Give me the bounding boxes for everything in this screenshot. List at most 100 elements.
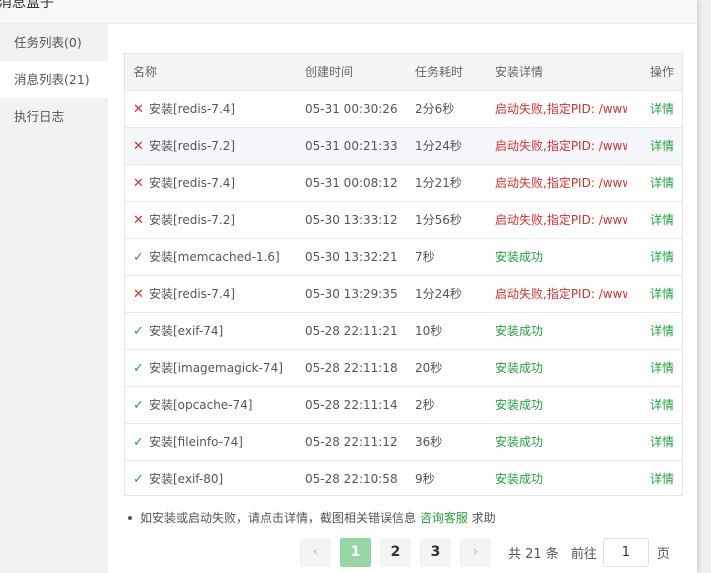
cell-created-time: 05-28 22:11:18 xyxy=(297,349,407,387)
check-icon: ✓ xyxy=(133,324,144,339)
cell-name: ✓ 安装[imagemagick-74] xyxy=(125,349,297,387)
install-detail: 安装成功 xyxy=(495,250,544,264)
prev-page-button[interactable]: ‹ xyxy=(300,537,331,567)
table-header-row: 名称 创建时间 任务耗时 安装详情 操作 xyxy=(125,54,682,91)
install-detail: 安装成功 xyxy=(495,435,544,449)
table-row: ✕ 安装[redis-7.4] 05-31 00:08:12 1分21秒 启动失败,指定… xyxy=(125,164,682,202)
bullet-icon xyxy=(128,515,132,520)
cell-created-time: 05-30 13:32:21 xyxy=(297,238,407,276)
cell-detail: 安装成功 xyxy=(487,238,642,276)
check-icon: ✓ xyxy=(133,472,144,487)
cell-name: ✕ 安装[redis-7.4] xyxy=(125,164,297,202)
cell-name: ✓ 安装[exif-80] xyxy=(125,460,297,495)
cell-detail: 启动失败,指定PID: /www xyxy=(487,90,642,128)
cell-duration: 1分24秒 xyxy=(407,127,487,165)
cell-operation: 详情 xyxy=(642,127,682,165)
detail-link[interactable]: 详情 xyxy=(650,176,674,190)
detail-link[interactable]: 详情 xyxy=(650,139,674,153)
help-note: 如安装或启动失败，请点击详情，截图相关错误信息 咨询客服 求助 xyxy=(128,509,496,526)
cell-operation: 详情 xyxy=(642,164,682,202)
detail-link[interactable]: 详情 xyxy=(650,324,674,338)
page-background xyxy=(697,0,711,573)
cell-operation: 详情 xyxy=(642,238,682,276)
close-icon: ✕ xyxy=(133,287,144,302)
next-page-button[interactable]: › xyxy=(460,537,491,567)
dialog-header: 消息盒子 xyxy=(0,0,697,24)
sidebar-item-task-list[interactable]: 任务列表(0) xyxy=(0,24,108,61)
table-row: ✓ 安装[memcached-1.6] 05-30 13:32:21 7秒 安装成功 详情 xyxy=(125,238,682,276)
install-detail: 安装成功 xyxy=(495,398,544,412)
cell-created-time: 05-31 00:08:12 xyxy=(297,164,407,202)
table-row: ✓ 安装[exif-74] 05-28 22:11:21 10秒 安装成功 详情 xyxy=(125,312,682,350)
cell-duration: 20秒 xyxy=(407,349,487,387)
cell-duration: 9秒 xyxy=(407,460,487,495)
chevron-left-icon: ‹ xyxy=(312,544,319,560)
detail-link[interactable]: 详情 xyxy=(650,287,674,301)
detail-link[interactable]: 详情 xyxy=(650,435,674,449)
cell-detail: 启动失败,指定PID: /www xyxy=(487,164,642,202)
cell-name: ✕ 安装[redis-7.4] xyxy=(125,90,297,128)
cell-name: ✓ 安装[fileinfo-74] xyxy=(125,423,297,461)
sidebar-item-message-list[interactable]: 消息列表(21) xyxy=(0,61,108,98)
cell-detail: 安装成功 xyxy=(487,349,642,387)
close-icon: ✕ xyxy=(133,176,144,191)
cell-duration: 1分24秒 xyxy=(407,275,487,313)
detail-link[interactable]: 详情 xyxy=(650,472,674,486)
table-row: ✓ 安装[fileinfo-74] 05-28 22:11:12 36秒 安装成功 详情 xyxy=(125,423,682,461)
task-name: 安装[redis-7.4] xyxy=(149,176,236,190)
page-button-2[interactable]: 2 xyxy=(380,537,411,567)
close-icon: ✕ xyxy=(133,102,144,117)
customer-service-link[interactable]: 咨询客服 xyxy=(420,511,468,525)
check-icon: ✓ xyxy=(133,361,144,376)
cell-created-time: 05-28 22:11:14 xyxy=(297,386,407,424)
install-detail: 启动失败,指定PID: /www xyxy=(495,176,627,190)
cell-detail: 安装成功 xyxy=(487,460,642,495)
install-detail: 启动失败,指定PID: /www xyxy=(495,102,627,116)
install-detail: 安装成功 xyxy=(495,472,544,486)
install-detail: 安装成功 xyxy=(495,361,544,375)
install-detail: 安装成功 xyxy=(495,324,544,338)
task-name: 安装[redis-7.2] xyxy=(149,213,236,227)
cell-detail: 启动失败,指定PID: /www xyxy=(487,201,642,239)
table-row: ✓ 安装[exif-80] 05-28 22:10:58 9秒 安装成功 详情 xyxy=(125,460,682,495)
task-name: 安装[fileinfo-74] xyxy=(149,435,243,449)
task-name: 安装[exif-74] xyxy=(149,324,224,338)
detail-link[interactable]: 详情 xyxy=(650,102,674,116)
cell-created-time: 05-28 22:10:58 xyxy=(297,460,407,495)
task-name: 安装[redis-7.4] xyxy=(149,102,236,116)
cell-operation: 详情 xyxy=(642,423,682,461)
page-button-3[interactable]: 3 xyxy=(420,537,451,567)
cell-name: ✓ 安装[exif-74] xyxy=(125,312,297,350)
detail-link[interactable]: 详情 xyxy=(650,250,674,264)
close-icon: ✕ xyxy=(133,139,144,154)
detail-link[interactable]: 详情 xyxy=(650,213,674,227)
detail-link[interactable]: 详情 xyxy=(650,398,674,412)
cell-name: ✓ 安装[opcache-74] xyxy=(125,386,297,424)
column-header-created-time: 创建时间 xyxy=(297,54,407,91)
cell-duration: 2秒 xyxy=(407,386,487,424)
cell-created-time: 05-30 13:33:12 xyxy=(297,201,407,239)
page-button-1[interactable]: 1 xyxy=(340,537,371,567)
check-icon: ✓ xyxy=(133,250,144,265)
task-name: 安装[imagemagick-74] xyxy=(149,361,283,375)
help-note-suffix: 求助 xyxy=(467,511,496,525)
cell-operation: 详情 xyxy=(642,349,682,387)
main-panel: 名称 创建时间 任务耗时 安装详情 操作 ✕ 安装[redis-7.4] 05-31… xyxy=(108,24,697,573)
task-name: 安装[exif-80] xyxy=(149,472,224,486)
install-detail: 启动失败,指定PID: /www xyxy=(495,139,627,153)
detail-link[interactable]: 详情 xyxy=(650,361,674,375)
cell-duration: 7秒 xyxy=(407,238,487,276)
message-table[interactable]: 名称 创建时间 任务耗时 安装详情 操作 ✕ 安装[redis-7.4] 05-31… xyxy=(124,53,683,496)
cell-name: ✓ 安装[memcached-1.6] xyxy=(125,238,297,276)
cell-detail: 启动失败,指定PID: /www xyxy=(487,275,642,313)
cell-created-time: 05-28 22:11:21 xyxy=(297,312,407,350)
sidebar-item-execution-log[interactable]: 执行日志 xyxy=(0,98,108,135)
close-icon: ✕ xyxy=(133,213,144,228)
cell-name: ✕ 安装[redis-7.4] xyxy=(125,275,297,313)
cell-duration: 1分21秒 xyxy=(407,164,487,202)
cell-operation: 详情 xyxy=(642,275,682,313)
goto-page-input[interactable] xyxy=(602,537,649,567)
cell-duration: 36秒 xyxy=(407,423,487,461)
cell-duration: 2分6秒 xyxy=(407,90,487,128)
task-name: 安装[redis-7.2] xyxy=(149,139,236,153)
